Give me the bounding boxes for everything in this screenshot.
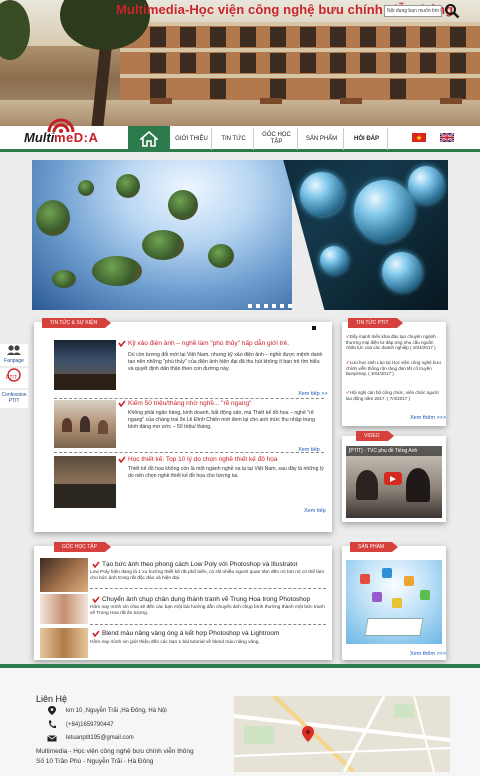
news-tab: TIN TỨC & SỰ KIỆN: [42, 318, 112, 328]
study-title-1[interactable]: Tạo bức ảnh theo phong cách Low Poly với…: [102, 561, 298, 568]
confession-link[interactable]: Confession PTIT: [0, 390, 28, 408]
header-banner: [0, 0, 480, 126]
panel-bullet-icon: [312, 326, 316, 330]
footer-org-address: Số 10 Trần Phú - Nguyễn Trãi - Hà Đông: [36, 758, 154, 765]
checkmark-icon: [118, 400, 126, 407]
news-title-2[interactable]: Kiếm 50 triệu/tháng nhờ nghề... "rẽ ngan…: [128, 400, 251, 407]
divider: [54, 398, 324, 399]
study-body-3: Hôm nay mình xin giới thiệu đến các bạn …: [90, 640, 260, 645]
nav-item-goc-hoc-tap[interactable]: GÓC HỌC TẬP: [256, 128, 298, 150]
products-more-link[interactable]: Xem thêm >>>: [410, 651, 446, 657]
email-icon: [47, 735, 57, 742]
divider: [90, 624, 326, 625]
checkmark-icon: [92, 630, 100, 637]
location-map[interactable]: [234, 696, 450, 772]
study-thumb-3[interactable]: [40, 628, 88, 658]
news-body-2: Không phải ngân hàng, kinh doanh, bất độ…: [128, 410, 315, 430]
nav-item-san-pham[interactable]: SẢN PHẨM: [300, 128, 344, 150]
checkmark-icon: [118, 456, 126, 463]
map-roads: [234, 696, 450, 772]
news-title-1[interactable]: Kỹ xảo điện ảnh – nghề làm "phù thủy" hấ…: [128, 340, 289, 347]
phone-icon: [48, 720, 56, 729]
vietnam-flag-icon[interactable]: [412, 133, 426, 142]
news-thumb-1[interactable]: [54, 340, 116, 390]
footer-phone[interactable]: (+84)1659790447: [66, 722, 114, 728]
play-button[interactable]: [384, 472, 402, 485]
study-title-3[interactable]: Blend màu nâng vàng óng á kết hợp Photos…: [102, 630, 279, 637]
read-more-link-3[interactable]: Xem tiếp: [304, 508, 326, 514]
play-icon: [390, 475, 396, 482]
news-thumb-3[interactable]: [54, 456, 116, 508]
ptit-news-item-3[interactable]: ✓Hội nghị cán bộ công chức, viên chức ng…: [346, 390, 444, 401]
news-body-1: Dù còn tương đối mới tại Việt Nam, nhưng…: [128, 352, 323, 372]
footer-address: km 10 ,Nguyễn Trãi ,Hà Đông, Hà Nội: [66, 708, 167, 714]
bench: [440, 98, 462, 104]
ptit-news-item-1[interactable]: ✓Đẩy mạnh triển khai đào tạo chuyên ngàn…: [346, 334, 444, 351]
slider-image-floating-islands: [32, 160, 292, 310]
products-tab: SẢN PHẨM: [350, 542, 399, 552]
nav-item-gioi-thieu[interactable]: GIỚI THIỆU: [172, 128, 212, 150]
checkmark-icon: [92, 596, 100, 603]
nav-item-tin-tuc[interactable]: TIN TỨC: [214, 128, 254, 150]
footer-org: Multimedia - Học viện công nghệ bưu chín…: [36, 748, 194, 755]
ptit-news-tab: TIN TỨC PTIT: [348, 318, 402, 328]
hero-slider[interactable]: [32, 160, 448, 310]
products-image[interactable]: [346, 560, 442, 644]
news-body-3: Thiết kế đồ họa không còn là một ngành n…: [128, 466, 324, 479]
fanpage-link[interactable]: Fanpage: [0, 344, 28, 366]
study-title-2[interactable]: Chuyển ảnh chụp chân dung thành tranh vẽ…: [102, 596, 310, 603]
footer-heading: Liên Hệ: [36, 694, 68, 704]
checkmark-icon: [92, 561, 100, 568]
divider: [90, 588, 326, 589]
footer-email[interactable]: letuanptit195@gmail.com: [66, 735, 134, 741]
checkmark-icon: [118, 340, 126, 347]
uk-flag-icon[interactable]: [440, 133, 454, 142]
bench: [340, 98, 362, 104]
ptit-label: PTIT: [6, 375, 17, 381]
study-thumb-2[interactable]: [40, 594, 88, 624]
search-input[interactable]: Nội dung bạn muốn tìm kiếm...: [384, 5, 442, 17]
home-button[interactable]: [128, 126, 170, 152]
bench: [150, 98, 172, 104]
video-tab: VIDEO: [356, 431, 394, 441]
banner-building: [120, 22, 480, 102]
logo-text-media: meD:A: [54, 130, 99, 145]
news-title-3[interactable]: Học thiết kế: Top 10 lý do chọn nghề thi…: [128, 456, 277, 463]
home-icon: [140, 131, 158, 147]
bench: [260, 98, 282, 104]
people-icon: [7, 345, 21, 355]
study-tab: GÓC HỌC TẬP: [54, 542, 111, 552]
nav-item-hoi-dap[interactable]: HỎI ĐÁP: [346, 128, 388, 150]
site-logo[interactable]: Multi meD:A: [24, 116, 99, 152]
ptit-link[interactable]: PTIT: [0, 368, 28, 388]
location-icon: [48, 706, 56, 715]
study-thumb-1[interactable]: [40, 558, 88, 592]
news-thumb-2[interactable]: [54, 400, 116, 448]
ptit-news-more-link[interactable]: Xem thêm >>>: [410, 415, 446, 421]
study-body-1: Low Poly hiện đang là 1 xu hướng thiết k…: [90, 570, 324, 581]
divider: [54, 452, 324, 453]
study-body-2: Hôm nay mình xin chia sẻ đến các bạn một…: [90, 605, 325, 616]
search-icon[interactable]: [444, 3, 460, 19]
video-caption: [PTIT] - TVC phụ đề Tiếng Anh: [349, 448, 418, 454]
read-more-link-1[interactable]: Xem tiếp >>: [298, 391, 328, 397]
fanpage-label: Fanpage: [4, 358, 24, 364]
logo-text-multi: Multi: [24, 130, 55, 145]
video-player[interactable]: [PTIT] - TVC phụ đề Tiếng Anh: [346, 446, 442, 518]
slider-pagination[interactable]: [248, 304, 292, 308]
ptit-news-item-2[interactable]: ✓Lưu học sinh Lào tại Học viện công nghệ…: [346, 360, 444, 377]
